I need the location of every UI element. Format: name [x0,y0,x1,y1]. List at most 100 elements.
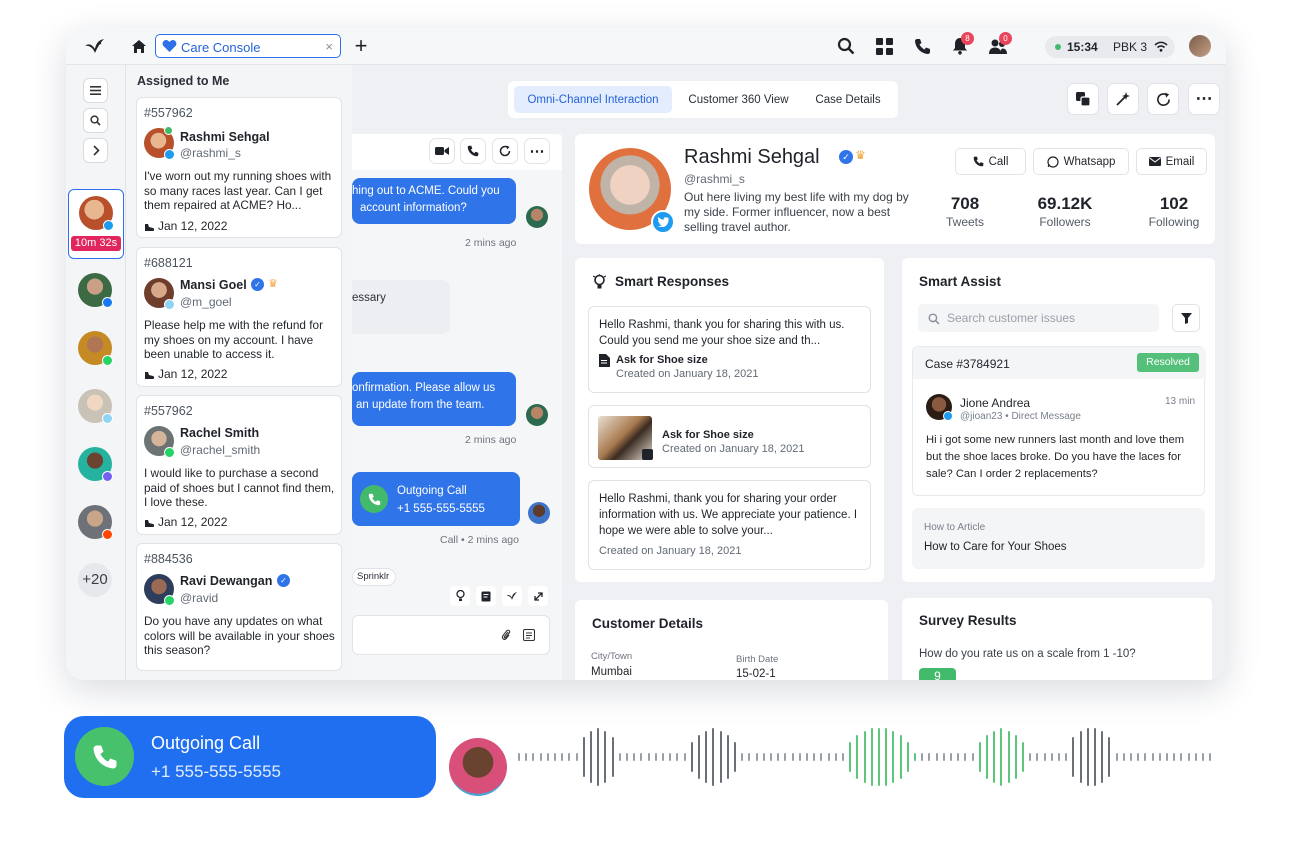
tab-customer-360[interactable]: Customer 360 View [676,86,801,113]
customer-handle: @rachel_smith [180,443,261,457]
sprinklr-logo-icon[interactable] [84,36,106,56]
response-card[interactable]: Ask for Shoe size Created on January 18,… [588,405,871,468]
following-label: Following [1148,215,1200,229]
chevron-right-icon[interactable] [83,138,108,163]
waveform-bar [834,753,837,761]
facebook-icon [102,297,113,308]
search-input[interactable]: Search customer issues [918,304,1159,332]
translate-icon[interactable] [1067,83,1099,115]
tab-case-details[interactable]: Case Details [804,86,892,113]
case-card[interactable]: Case #3784921 Resolved Jione Andrea @jio… [912,346,1206,496]
attachment-title: Ask for Shoe size [616,354,708,366]
twitter-icon [103,220,114,231]
followers-count: 69.12K [1037,194,1093,213]
crown-icon: ♛ [268,278,278,290]
conversation-card[interactable]: #884536 Ravi Dewangan ✓ @ravid Do you ha… [136,543,342,671]
smart-assist-panel: Smart Assist Search customer issues Case… [902,258,1215,582]
clock-time: 15:34 [1067,40,1098,54]
waveform-bar [899,735,902,779]
rail-search-icon[interactable] [83,108,108,133]
conversation-card[interactable]: #557962 Rachel Smith @rachel_smith I wou… [136,395,342,535]
call-label: Call [988,155,1009,168]
left-rail: 10m 32s +20 [66,65,126,680]
more-options-icon[interactable]: ⋯ [1188,83,1220,115]
following-count: 102 [1159,194,1189,213]
sprinklr-logo-icon[interactable] [502,586,522,606]
more-options-icon[interactable]: ⋯ [524,138,550,164]
waveform-bar [820,753,823,761]
call-icon[interactable] [460,138,486,164]
magic-wand-icon[interactable] [1107,83,1139,115]
home-icon[interactable] [130,37,148,55]
agent-message-bubble: hing out to ACME. Could you account info… [352,178,516,224]
outgoing-call-bubble[interactable]: Outgoing Call +1 555-555-5555 [352,472,520,526]
more-conversations-button[interactable]: +20 [78,563,112,597]
close-icon[interactable]: × [325,39,333,54]
waveform-bar [1101,731,1104,783]
waveform-bar [698,735,700,779]
section-title: Smart Assist [919,274,1002,289]
shoe-icon [144,368,155,386]
conversation-card[interactable]: #557962 Rashmi Sehgal @rashmi_s I've wor… [136,97,342,238]
attachment-title: Ask for Shoe size [662,429,754,441]
bulb-icon[interactable] [450,586,470,606]
field-label: City/Town [591,651,633,662]
note-icon[interactable] [476,586,496,606]
refresh-icon[interactable] [492,138,518,164]
filter-icon[interactable] [1172,304,1200,332]
waveform-bar [561,753,564,761]
profile-bio: Out here living my best life with my dog… [684,190,909,234]
agent-status-pill[interactable]: 15:34 PBK 3 [1045,36,1175,58]
verified-icon: ✓ [277,574,290,587]
conversation-card[interactable]: #688121 Mansi Goel ✓ ♛ @m_goel Please he… [136,247,342,387]
reply-input[interactable] [352,615,550,655]
case-id: #884536 [144,552,193,566]
waveform-bar [842,753,844,761]
tab-care-console[interactable]: Care Console × [155,34,341,58]
view-tabs: Omni-Channel Interaction Customer 360 Vi… [508,81,898,118]
article-card[interactable]: How to Article How to Care for Your Shoe… [912,508,1205,569]
chat-toolbar: ⋯ [352,134,562,170]
waveform-bar [539,753,542,761]
menu-icon[interactable] [83,78,108,103]
waveform-bar [971,753,974,761]
whatsapp-button[interactable]: Whatsapp [1033,148,1129,175]
outgoing-call-banner[interactable]: Outgoing Call +1 555-555-5555 [64,716,436,798]
waveform-bar [1065,753,1068,761]
phone-icon [973,156,983,167]
apps-grid-icon[interactable] [874,36,894,56]
message-line: onfirmation. Please allow us [352,382,496,394]
response-card[interactable]: Hello Rashmi, thank you for sharing this… [588,306,871,393]
waveform-bar [633,753,636,761]
template-icon[interactable] [522,628,536,646]
phone-icon[interactable] [912,36,932,56]
agent-avatar [526,404,548,426]
wifi-icon [1154,41,1168,55]
waveform-bar [1036,753,1039,761]
waveform-bar [647,753,650,761]
message-line: an update from the team. [356,399,485,411]
active-conversation-slot[interactable]: 10m 32s [68,189,124,259]
attachment-icon[interactable] [501,628,511,646]
search-icon[interactable] [836,36,856,56]
waveform-bar [518,753,520,761]
waveform-bar [546,753,549,761]
agent-avatar [526,206,548,228]
tab-label: Care Console [181,40,261,55]
email-button[interactable]: Email [1136,148,1207,175]
agent-avatar[interactable] [1189,35,1211,57]
tab-omni-channel[interactable]: Omni-Channel Interaction [514,86,672,113]
response-card[interactable]: Hello Rashmi, thank you for sharing your… [588,480,871,570]
message-preview: Please help me with the refund for my sh… [144,318,324,361]
case-id: Case #3784921 [925,357,1010,371]
add-tab-button[interactable]: + [351,33,371,58]
waveform-bar [575,753,578,761]
date: Jan 12, 2022 [158,219,228,233]
waveform-bar [1086,728,1089,786]
video-icon[interactable] [429,138,455,164]
expand-icon[interactable] [528,586,548,606]
refresh-icon[interactable] [1147,83,1179,115]
search-placeholder: Search customer issues [947,311,1076,325]
section-title: Smart Responses [615,274,730,289]
call-button[interactable]: Call [955,148,1026,175]
